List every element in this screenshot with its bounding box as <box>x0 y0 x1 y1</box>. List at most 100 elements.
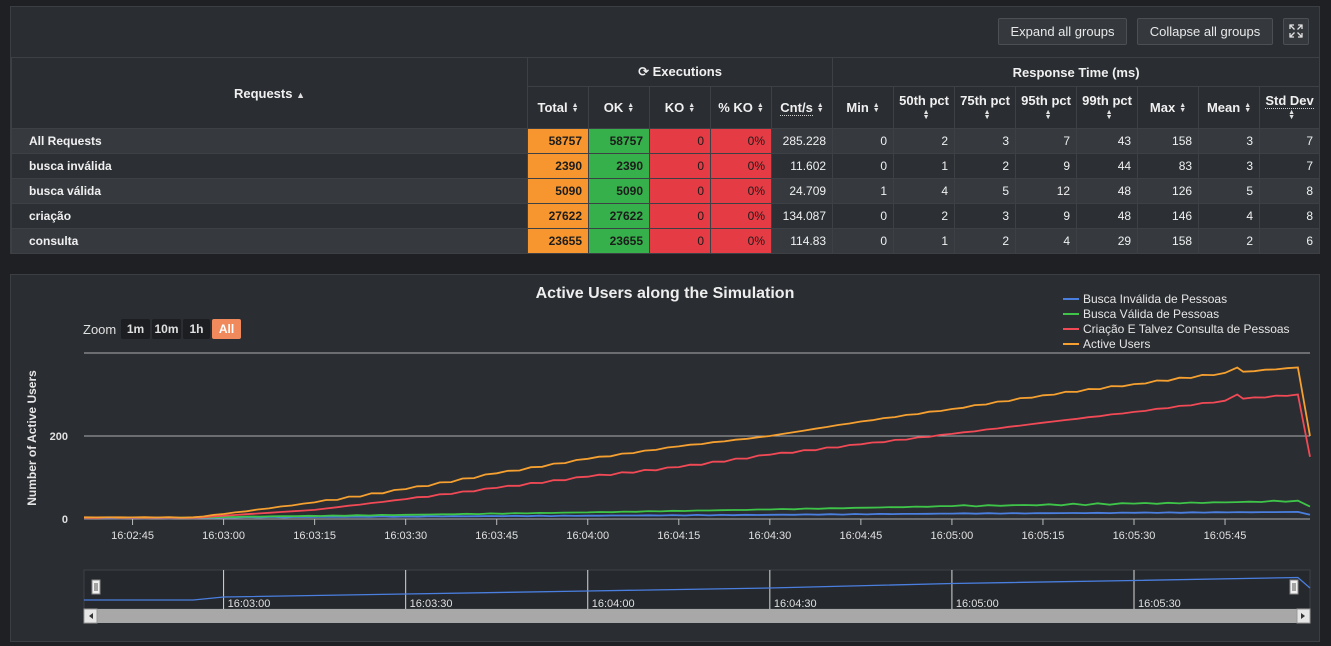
cell-99th-pct: 48 <box>1076 178 1139 204</box>
column-header-max[interactable]: Max ▲ ▼ <box>1137 86 1200 129</box>
time-navigator[interactable]: 16:03:00 16:03:30 16:04:00 16:04:30 16:05:00… <box>83 569 1311 624</box>
sort-icon: ▲ ▼ <box>571 102 579 115</box>
zoom-button-All[interactable]: All <box>212 319 241 339</box>
column-header-ko[interactable]: KO ▲ ▼ <box>649 86 711 129</box>
cell-75th-pct: 2 <box>954 153 1017 179</box>
cell--ko: 0% <box>710 228 772 254</box>
column-label: 95th pct <box>1021 92 1071 108</box>
request-name: criação <box>11 203 528 229</box>
column-header-99th-pct[interactable]: 99th pct▲ ▼ <box>1076 86 1139 129</box>
legend-item: Busca Válida de Pessoas <box>1083 307 1219 321</box>
cell-total: 5090 <box>527 178 589 204</box>
column-header-total[interactable]: Total ▲ ▼ <box>527 86 589 129</box>
request-name: busca inválida <box>11 153 528 179</box>
y-axis-ticks: 0 200 <box>50 431 68 526</box>
cell-95th-pct: 9 <box>1015 203 1078 229</box>
table-row[interactable]: busca válida 5090 5090 0 0% 24.709 1 4 5 12 48 126 5… <box>11 178 1321 204</box>
table-row[interactable]: criação 27622 27622 0 0% 134.087 0 2 3 9 48 146 4 8 <box>11 203 1321 229</box>
sort-icon: ▲ ▼ <box>1288 109 1296 122</box>
series-line-2 <box>83 393 1311 519</box>
cell--ko: 0% <box>710 203 772 229</box>
column-label: KO <box>664 99 685 115</box>
zoom-button-10m[interactable]: 10m <box>152 319 181 339</box>
cell-cnt-s: 114.83 <box>770 228 834 254</box>
column-header-mean[interactable]: Mean ▲ ▼ <box>1198 86 1261 129</box>
navigator-label: 16:05:30 <box>1138 598 1181 610</box>
navigator-right-handle[interactable] <box>1289 579 1299 595</box>
navigator-left-handle[interactable] <box>91 579 101 595</box>
chart-legend: Busca Inválida de PessoasBusca Válida de… <box>1063 292 1290 351</box>
cell-99th-pct: 44 <box>1076 153 1139 179</box>
column-header--ko[interactable]: % KO ▲ ▼ <box>710 86 772 129</box>
cell-ok: 5090 <box>588 178 650 204</box>
navigator-label: 16:05:00 <box>956 598 999 610</box>
cell-cnt-s: 285.228 <box>770 128 834 154</box>
cell-cnt-s: 134.087 <box>770 203 834 229</box>
expand-icon <box>1289 24 1303 38</box>
plot-lines <box>83 366 1311 520</box>
cell-ok: 58757 <box>588 128 650 154</box>
cell-50th-pct: 2 <box>893 128 956 154</box>
cell-95th-pct: 4 <box>1015 228 1078 254</box>
column-header-ok[interactable]: OK ▲ ▼ <box>588 86 650 129</box>
zoom-button-1m[interactable]: 1m <box>121 319 150 339</box>
column-label: 75th pct <box>960 92 1010 108</box>
zoom-button-label: 10m <box>154 322 178 336</box>
sort-icon: ▲ ▼ <box>872 102 880 115</box>
cell-std-dev: 7 <box>1259 128 1321 154</box>
column-header-50th-pct[interactable]: 50th pct▲ ▼ <box>893 86 956 129</box>
x-tick-label: 16:02:45 <box>111 530 154 542</box>
cell-min: 0 <box>832 153 895 179</box>
x-tick-label: 16:04:30 <box>748 530 791 542</box>
zoom-buttons: 1m 10m 1h All <box>121 319 241 339</box>
cell-75th-pct: 5 <box>954 178 1017 204</box>
legend-item: Criação E Talvez Consulta de Pessoas <box>1083 322 1290 336</box>
collapse-all-groups-button[interactable]: Collapse all groups <box>1137 18 1273 45</box>
handle-grip <box>91 579 101 595</box>
requests-header[interactable]: Requests ▲ <box>11 57 528 129</box>
cell-std-dev: 8 <box>1259 203 1321 229</box>
expand-all-groups-button[interactable]: Expand all groups <box>998 18 1127 45</box>
cell-min: 0 <box>832 203 895 229</box>
legend-item: Busca Inválida de Pessoas <box>1083 292 1227 306</box>
cell-max: 83 <box>1137 153 1200 179</box>
x-tick-label: 16:05:45 <box>1204 530 1247 542</box>
navigator-scrollbar[interactable] <box>83 608 1311 624</box>
sort-up-icon: ▲ <box>296 89 306 100</box>
zoom-button-1h[interactable]: 1h <box>183 319 210 339</box>
table-row[interactable]: consulta 23655 23655 0 0% 114.83 0 1 2 4 29 158 2 6 <box>11 228 1321 254</box>
column-label: Min <box>846 99 869 115</box>
refresh-icon: ⟳ <box>638 64 649 79</box>
x-tick-label: 16:05:30 <box>1113 530 1156 542</box>
navigator-label: 16:03:30 <box>410 598 453 610</box>
column-header-min[interactable]: Min ▲ ▼ <box>832 86 895 129</box>
column-header-95th-pct[interactable]: 95th pct▲ ▼ <box>1015 86 1078 129</box>
column-header-cnt-s[interactable]: Cnt/s ▲ ▼ <box>770 86 834 129</box>
column-header-std-dev[interactable]: Std Dev▲ ▼ <box>1259 86 1321 129</box>
cell-95th-pct: 7 <box>1015 128 1078 154</box>
cell-99th-pct: 48 <box>1076 203 1139 229</box>
x-tick-label: 16:04:45 <box>839 530 882 542</box>
table-row[interactable]: busca inválida 2390 2390 0 0% 11.602 0 1 2 9 44 83 3… <box>11 153 1321 179</box>
x-tick-label: 16:03:45 <box>475 530 518 542</box>
handle-grip <box>1289 579 1299 595</box>
y-tick-label: 200 <box>50 431 68 443</box>
cell-std-dev: 7 <box>1259 153 1321 179</box>
cell-ok: 27622 <box>588 203 650 229</box>
table-row[interactable]: All Requests 58757 58757 0 0% 285.228 0 2 3 7 43 15… <box>11 128 1321 154</box>
cell-cnt-s: 24.709 <box>770 178 834 204</box>
column-header-75th-pct[interactable]: 75th pct▲ ▼ <box>954 86 1017 129</box>
series-line-3 <box>83 366 1311 519</box>
cell-total: 58757 <box>527 128 589 154</box>
cell-mean: 3 <box>1198 128 1261 154</box>
fullscreen-button[interactable] <box>1283 18 1309 45</box>
cell-mean: 2 <box>1198 228 1261 254</box>
x-tick-label: 16:03:00 <box>202 530 245 542</box>
sort-icon: ▲ ▼ <box>1244 102 1252 115</box>
active-users-chart: Active Users along the Simulation Busca … <box>25 285 1311 624</box>
x-axis-ticks: 16:02:45 16:03:00 16:03:15 16:03:30 16:03:45… <box>111 519 1246 542</box>
cell-ko: 0 <box>649 178 711 204</box>
cell-50th-pct: 1 <box>893 228 956 254</box>
scrollbar-track <box>84 609 1310 623</box>
navigator-label: 16:03:00 <box>228 598 271 610</box>
